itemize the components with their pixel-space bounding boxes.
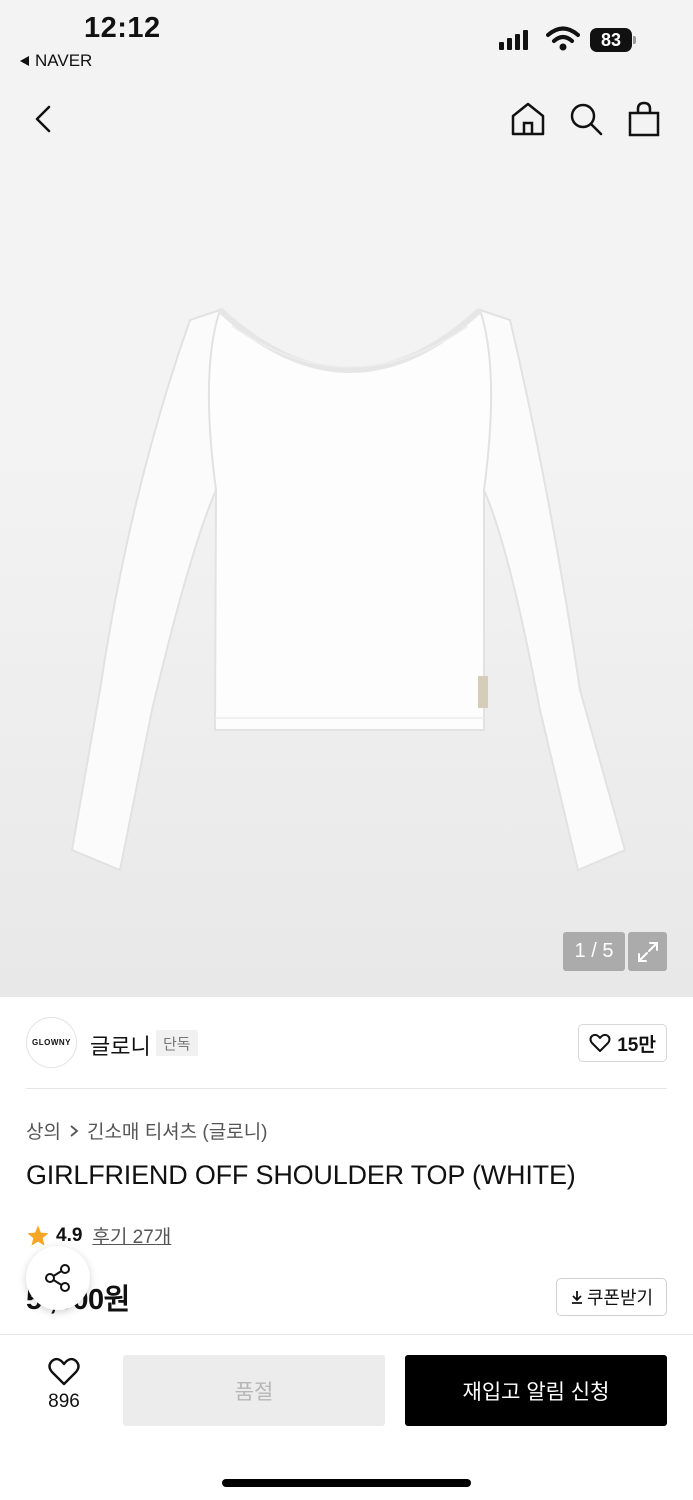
brand-like-button[interactable]: 15만 [578, 1024, 667, 1062]
share-button[interactable] [26, 1246, 90, 1310]
bottom-action-bar: 896 품절 재입고 알림 신청 [0, 1334, 693, 1500]
top-navigation [0, 95, 693, 145]
brand-name[interactable]: 글로니 [90, 1029, 151, 1061]
shopping-bag-icon[interactable] [620, 95, 668, 143]
back-app-label: NAVER [35, 51, 93, 70]
divider [26, 1088, 667, 1089]
chevron-right-icon [70, 1124, 79, 1137]
breadcrumb-category[interactable]: 상의 [26, 1117, 61, 1144]
search-icon[interactable] [562, 95, 610, 143]
image-pager: 1 / 5 [563, 932, 625, 971]
breadcrumb: 상의 긴소매 티셔츠 (글로니) [26, 1117, 268, 1144]
coupon-label: 쿠폰받기 [586, 1288, 654, 1308]
cellular-signal-icon [499, 28, 528, 50]
product-image-area[interactable] [0, 0, 693, 997]
home-indicator [222, 1479, 471, 1487]
status-bar: 12:12 NAVER 83 [0, 0, 693, 80]
coupon-button[interactable]: 쿠폰받기 [556, 1278, 667, 1316]
heart-icon [48, 1357, 80, 1386]
back-icon[interactable] [20, 95, 68, 143]
rating-row: 4.9 후기 27개 [26, 1222, 171, 1249]
review-count-link[interactable]: 후기 27개 [92, 1222, 171, 1249]
brand-row: GLOWNY 글로니 단독 15만 [26, 1017, 667, 1069]
exclusive-badge: 단독 [156, 1030, 198, 1056]
back-to-app-link[interactable]: NAVER [20, 51, 92, 71]
brand-logo[interactable]: GLOWNY [26, 1017, 77, 1068]
product-image [70, 307, 627, 872]
soldout-button: 품절 [123, 1355, 385, 1426]
back-triangle-icon [20, 56, 29, 66]
wishlist-count: 896 [48, 1391, 80, 1412]
wishlist-button[interactable]: 896 [30, 1357, 98, 1413]
restock-alert-button[interactable]: 재입고 알림 신청 [405, 1355, 667, 1426]
rating-score: 4.9 [56, 1224, 83, 1246]
share-icon [45, 1264, 70, 1292]
brand-like-count: 15만 [617, 1034, 656, 1056]
download-icon [571, 1291, 582, 1304]
battery-icon: 83 [590, 28, 636, 52]
status-time: 12:12 [84, 12, 161, 44]
expand-image-button[interactable] [628, 932, 667, 971]
star-icon [27, 1225, 49, 1246]
home-icon[interactable] [504, 95, 552, 143]
product-title: GIRLFRIEND OFF SHOULDER TOP (WHITE) [26, 1160, 576, 1190]
breadcrumb-subcategory[interactable]: 긴소매 티셔츠 (글로니) [87, 1117, 268, 1144]
wifi-icon [546, 26, 580, 51]
battery-level: 83 [590, 28, 632, 52]
heart-icon [589, 1033, 611, 1052]
expand-icon [637, 941, 658, 962]
